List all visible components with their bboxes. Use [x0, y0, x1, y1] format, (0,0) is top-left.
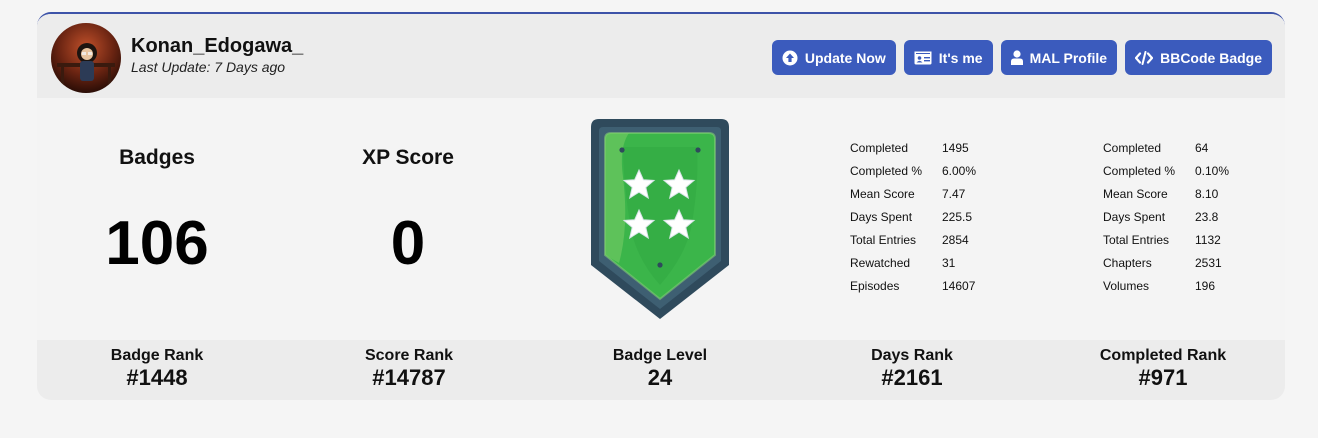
bbcode-badge-button[interactable]: BBCode Badge	[1125, 40, 1272, 75]
anime-stat-row: Rewatched 31	[850, 257, 976, 280]
anime-stat-label: Rewatched	[850, 256, 911, 270]
manga-stats-table: Completed 64 Completed % 0.10% Mean Score 8…	[1103, 142, 1229, 303]
update-now-button[interactable]: Update Now	[771, 40, 896, 75]
anime-stat-value: 6.00%	[942, 164, 977, 178]
mal-profile-button[interactable]: MAL Profile	[1000, 40, 1118, 75]
manga-stat-row: Days Spent 23.8	[1103, 211, 1229, 234]
anime-stats-table: Completed 1495 Completed % 6.00% Mean Scor…	[850, 142, 976, 303]
manga-stat-label: Days Spent	[1103, 210, 1166, 224]
anime-stat-row: Mean Score 7.47	[850, 188, 976, 211]
badge-level-shield-icon	[591, 119, 729, 319]
anime-stat-value: 1495	[942, 141, 969, 155]
anime-stat-row: Days Spent 225.5	[850, 211, 976, 234]
badge-level-value: 24	[647, 365, 673, 390]
manga-stat-row: Volumes 196	[1103, 280, 1229, 303]
manga-stat-label: Volumes	[1103, 279, 1150, 293]
badges-value: 106	[105, 209, 209, 278]
its-me-label: It's me	[938, 49, 983, 66]
anime-stat-label: Episodes	[850, 279, 900, 293]
manga-stat-row: Total Entries 1132	[1103, 234, 1229, 257]
user-info: Konan_Edogawa_ Last Update: 7 Days ago	[131, 34, 303, 75]
manga-stat-value: 0.10%	[1195, 164, 1230, 178]
anime-stat-row: Completed % 6.00%	[850, 165, 976, 188]
days-rank: Days Rank #2161	[792, 347, 1032, 391]
badge-rank-label: Badge Rank	[110, 347, 204, 364]
username: Konan_Edogawa_	[131, 35, 304, 57]
user-icon	[1010, 50, 1023, 65]
manga-stat-value: 23.8	[1195, 210, 1219, 224]
mal-profile-label: MAL Profile	[1029, 49, 1108, 66]
score-rank: Score Rank #14787	[289, 347, 529, 391]
completed-rank-label: Completed Rank	[1099, 347, 1227, 364]
badge-level: Badge Level 24	[540, 347, 780, 391]
completed-rank: Completed Rank #971	[1043, 347, 1283, 391]
xp-score-value: 0	[390, 209, 426, 278]
manga-stat-label: Completed	[1103, 141, 1162, 155]
update-now-label: Update Now	[804, 49, 886, 66]
anime-stat-label: Mean Score	[850, 187, 915, 201]
anime-stat-row: Completed 1495	[850, 142, 976, 165]
anime-stat-label: Total Entries	[850, 233, 917, 247]
badges-title: Badges	[119, 146, 195, 169]
code-icon	[1135, 50, 1154, 65]
manga-stat-value: 8.10	[1195, 187, 1219, 201]
anime-stat-value: 7.47	[942, 187, 966, 201]
anime-stat-row: Total Entries 2854	[850, 234, 976, 257]
manga-stat-row: Completed % 0.10%	[1103, 165, 1229, 188]
header-actions: Update Now It's me MAL Profile BBCode Ba…	[771, 40, 1272, 75]
manga-stat-value: 64	[1195, 141, 1209, 155]
anime-stat-label: Completed %	[850, 164, 923, 178]
bbcode-badge-label: BBCode Badge	[1160, 49, 1262, 66]
arrow-up-circle-icon	[782, 50, 798, 65]
score-rank-value: #14787	[372, 365, 446, 390]
manga-stat-row: Completed 64	[1103, 142, 1229, 165]
badge-rank: Badge Rank #1448	[37, 347, 277, 391]
anime-stat-value: 225.5	[942, 210, 973, 224]
badge-rank-value: #1448	[126, 365, 188, 390]
profile-header: Konan_Edogawa_ Last Update: 7 Days ago U…	[37, 14, 1285, 98]
avatar-image	[51, 23, 121, 93]
ranks-footer: Badge Rank #1448 Score Rank #14787 Badge…	[37, 340, 1285, 400]
days-rank-label: Days Rank	[871, 347, 953, 364]
manga-stat-label: Chapters	[1103, 256, 1152, 270]
anime-stat-label: Completed	[850, 141, 909, 155]
manga-stat-value: 1132	[1195, 233, 1221, 247]
id-card-icon	[914, 51, 932, 64]
badge-level-label: Badge Level	[612, 347, 708, 364]
anime-stat-row: Episodes 14607	[850, 280, 976, 303]
manga-stat-label: Total Entries	[1103, 233, 1170, 247]
days-rank-value: #2161	[881, 365, 943, 390]
its-me-button[interactable]: It's me	[903, 40, 993, 75]
anime-stat-value: 31	[942, 256, 956, 270]
anime-stat-value: 2854	[942, 233, 969, 247]
last-update-text: Last Update: 7 Days ago	[131, 59, 286, 75]
stats-section: Badges 106 XP Score 0 Completed 1495 Com…	[37, 98, 1285, 338]
profile-card: Konan_Edogawa_ Last Update: 7 Days ago U…	[37, 12, 1285, 400]
avatar	[51, 23, 121, 93]
manga-stat-label: Mean Score	[1103, 187, 1168, 201]
manga-stat-row: Mean Score 8.10	[1103, 188, 1229, 211]
anime-stat-value: 14607	[942, 279, 976, 293]
completed-rank-value: #971	[1138, 365, 1188, 390]
xp-score-title: XP Score	[362, 146, 454, 169]
manga-stat-value: 2531	[1195, 256, 1222, 270]
anime-stat-label: Days Spent	[850, 210, 913, 224]
score-rank-label: Score Rank	[364, 347, 454, 364]
manga-stat-value: 196	[1195, 279, 1216, 293]
manga-stat-label: Completed %	[1103, 164, 1176, 178]
manga-stat-row: Chapters 2531	[1103, 257, 1229, 280]
